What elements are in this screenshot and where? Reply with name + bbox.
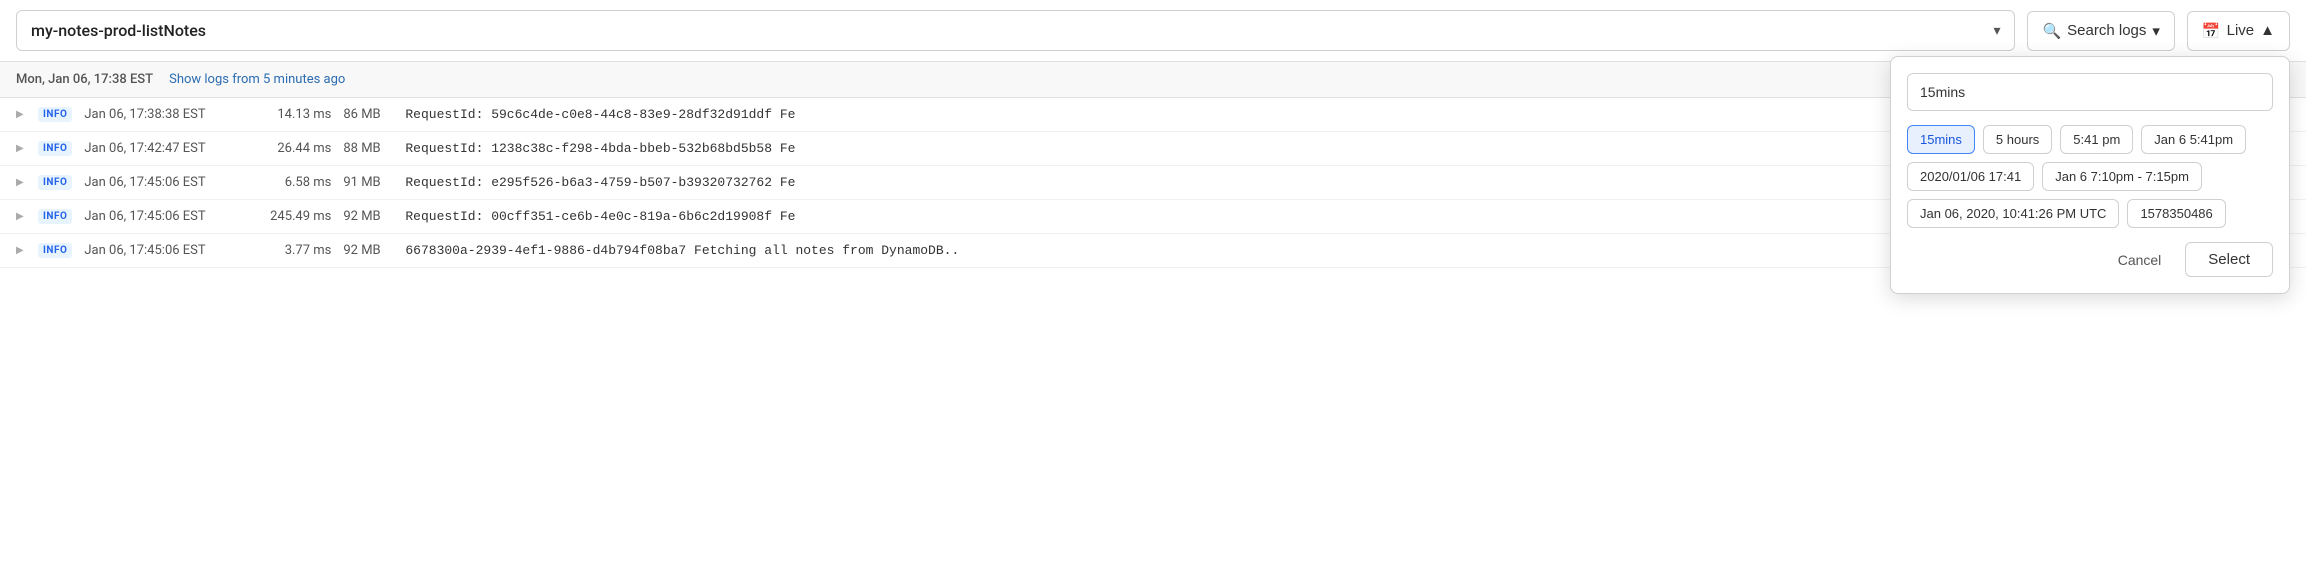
log-level-badge: INFO — [38, 141, 72, 156]
expand-arrow-icon[interactable]: ▶ — [16, 143, 26, 154]
select-button[interactable]: Select — [2185, 242, 2273, 277]
calendar-icon: 📅 — [2202, 22, 2221, 40]
expand-arrow-icon[interactable]: ▶ — [16, 211, 26, 222]
quick-options-list: 15mins 5 hours 5:41 pm Jan 6 5:41pm 2020… — [1907, 125, 2273, 228]
header-bar: my-notes-prod-listNotes ▾ 🔍 Search logs … — [0, 0, 2306, 62]
live-chevron-icon: ▲ — [2260, 22, 2275, 39]
log-level-badge: INFO — [38, 243, 72, 258]
expand-arrow-icon[interactable]: ▶ — [16, 245, 26, 256]
quick-option-jan6-541pm[interactable]: Jan 6 5:41pm — [2141, 125, 2246, 154]
log-message: RequestId: 59c6c4de-c0e8-44c8-83e9-28df3… — [405, 107, 795, 122]
log-timestamp: Jan 06, 17:45:06 EST — [84, 175, 244, 190]
chevron-down-icon: ▾ — [1993, 23, 2000, 39]
search-logs-button[interactable]: 🔍 Search logs ▾ — [2027, 11, 2174, 51]
search-logs-label: Search logs — [2067, 22, 2146, 39]
live-button[interactable]: 📅 Live ▲ — [2187, 11, 2290, 51]
page-container: my-notes-prod-listNotes ▾ 🔍 Search logs … — [0, 0, 2306, 268]
quick-option-jan6-range[interactable]: Jan 6 7:10pm - 7:15pm — [2042, 162, 2202, 191]
function-name: my-notes-prod-listNotes — [31, 21, 206, 40]
log-timestamp: Jan 06, 17:38:38 EST — [84, 107, 244, 122]
log-level-badge: INFO — [38, 209, 72, 224]
search-icon: 🔍 — [2042, 22, 2061, 40]
log-timestamp: Jan 06, 17:45:06 EST — [84, 243, 244, 258]
log-message: 6678300a-2939-4ef1-9886-d4b794f08ba7 Fet… — [405, 243, 959, 258]
show-logs-link[interactable]: Show logs from 5 minutes ago — [169, 72, 345, 87]
quick-option-utc[interactable]: Jan 06, 2020, 10:41:26 PM UTC — [1907, 199, 2119, 228]
log-message: RequestId: 00cff351-ce6b-4e0c-819a-6b6c2… — [405, 209, 795, 224]
time-range-input[interactable] — [1907, 73, 2273, 111]
log-message: RequestId: 1238c38c-f298-4bda-bbeb-532b6… — [405, 141, 795, 156]
log-duration: 26.44 ms — [256, 141, 331, 156]
log-timestamp: Jan 06, 17:45:06 EST — [84, 209, 244, 224]
log-memory: 92 MB — [343, 243, 393, 258]
quick-option-15mins[interactable]: 15mins — [1907, 125, 1975, 154]
log-header-timestamp: Mon, Jan 06, 17:38 EST — [16, 72, 153, 87]
log-level-badge: INFO — [38, 107, 72, 122]
cancel-button[interactable]: Cancel — [2104, 242, 2176, 277]
log-duration: 245.49 ms — [256, 209, 331, 224]
function-selector[interactable]: my-notes-prod-listNotes ▾ — [16, 10, 2015, 51]
time-range-dropdown: 15mins 5 hours 5:41 pm Jan 6 5:41pm 2020… — [1890, 56, 2290, 294]
log-message: RequestId: e295f526-b6a3-4759-b507-b3932… — [405, 175, 795, 190]
quick-option-541pm[interactable]: 5:41 pm — [2060, 125, 2133, 154]
log-memory: 88 MB — [343, 141, 393, 156]
expand-arrow-icon[interactable]: ▶ — [16, 109, 26, 120]
log-duration: 6.58 ms — [256, 175, 331, 190]
log-memory: 86 MB — [343, 107, 393, 122]
log-duration: 14.13 ms — [256, 107, 331, 122]
log-duration: 3.77 ms — [256, 243, 331, 258]
expand-arrow-icon[interactable]: ▶ — [16, 177, 26, 188]
dropdown-footer: Cancel Select — [1907, 242, 2273, 277]
log-memory: 91 MB — [343, 175, 393, 190]
quick-option-timestamp[interactable]: 1578350486 — [2127, 199, 2225, 228]
log-level-badge: INFO — [38, 175, 72, 190]
log-memory: 92 MB — [343, 209, 393, 224]
search-chevron-icon: ▾ — [2152, 22, 2160, 40]
quick-option-2020-date[interactable]: 2020/01/06 17:41 — [1907, 162, 2034, 191]
quick-option-5hours[interactable]: 5 hours — [1983, 125, 2052, 154]
live-label: Live — [2227, 22, 2255, 39]
log-timestamp: Jan 06, 17:42:47 EST — [84, 141, 244, 156]
